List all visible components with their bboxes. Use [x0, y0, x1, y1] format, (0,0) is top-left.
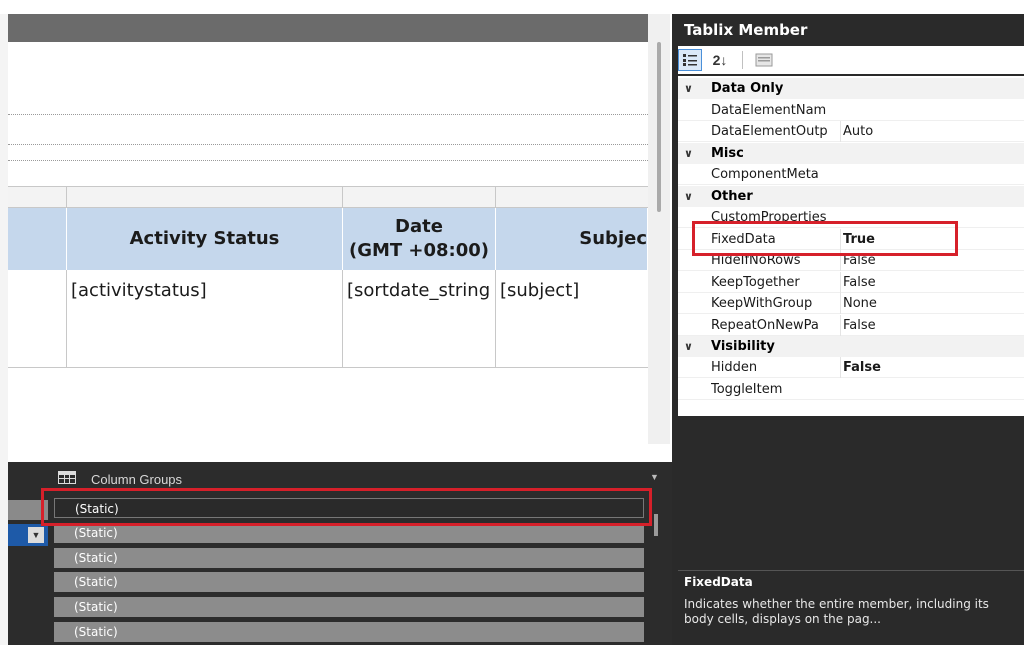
- detail-cell-activitystatus[interactable]: [activitystatus]: [67, 270, 343, 368]
- property-row-keepwithgroup[interactable]: KeepWithGroup None: [678, 293, 1024, 314]
- row-group-dropdown-icon[interactable]: ▼: [28, 527, 44, 543]
- chevron-down-icon[interactable]: ∨: [684, 143, 693, 164]
- chevron-down-icon[interactable]: ∨: [684, 186, 693, 207]
- designer-vertical-scrollbar[interactable]: [648, 14, 670, 444]
- row-group-details-selected[interactable]: ▼: [8, 524, 48, 546]
- column-handle-separator: [66, 187, 67, 209]
- column-group-static[interactable]: (Static): [54, 572, 644, 592]
- category-visibility[interactable]: ∨ Visibility: [678, 336, 1024, 357]
- chevron-down-icon[interactable]: ∨: [684, 336, 693, 357]
- property-name: KeepTogether: [711, 275, 800, 290]
- property-value[interactable]: Auto: [840, 121, 1024, 142]
- column-group-static[interactable]: (Static): [54, 597, 644, 617]
- dotted-guide-line: [8, 144, 648, 145]
- properties-pane: Tablix Member 2↓ ∨ Data Only DataElement…: [672, 14, 1024, 645]
- property-value[interactable]: False: [840, 357, 1024, 378]
- property-value[interactable]: False: [840, 315, 1024, 336]
- property-row-dataelementoutput[interactable]: DataElementOutp Auto: [678, 121, 1024, 142]
- property-value[interactable]: None: [840, 293, 1024, 314]
- property-name: ToggleItem: [711, 382, 783, 397]
- description-text: Indicates whether the entire member, inc…: [684, 597, 989, 626]
- header-cell-activity-status[interactable]: Activity Status: [67, 208, 343, 270]
- categorized-icon[interactable]: [678, 49, 702, 71]
- property-description-panel: FixedData Indicates whether the entire m…: [678, 570, 1024, 645]
- column-handle-row[interactable]: [8, 186, 648, 209]
- pane-dropdown-arrow-icon[interactable]: ▼: [650, 472, 659, 482]
- property-row-dataelementname[interactable]: DataElementNam: [678, 100, 1024, 121]
- property-name: ComponentMeta: [711, 167, 819, 182]
- category-other[interactable]: ∨ Other: [678, 186, 1024, 207]
- column-handle-separator: [495, 187, 496, 209]
- detail-row: [activitystatus] [sortdate_string [subje…: [8, 270, 648, 368]
- detail-cell-blank[interactable]: [8, 270, 67, 368]
- report-designer-surface[interactable]: Activity Status Date (GMT +08:00) Subjec…: [8, 14, 648, 444]
- properties-toolbar: 2↓: [678, 46, 1024, 74]
- property-name: KeepWithGroup: [711, 296, 813, 311]
- highlight-box-static-group: [41, 488, 652, 526]
- property-value[interactable]: False: [840, 272, 1024, 293]
- column-group-static[interactable]: (Static): [54, 523, 644, 543]
- chevron-down-icon[interactable]: ∨: [684, 78, 693, 99]
- header-cell-blank[interactable]: [8, 208, 67, 270]
- grouping-scrollbar-thumb[interactable]: [654, 514, 658, 536]
- property-row-toggleitem[interactable]: ToggleItem: [678, 379, 1024, 400]
- property-name: DataElementNam: [711, 103, 827, 118]
- scrollbar-thumb[interactable]: [657, 42, 661, 212]
- window-top-strip: [0, 0, 1024, 14]
- alphabetical-sort-icon[interactable]: 2↓: [708, 49, 732, 71]
- property-pages-icon[interactable]: [752, 49, 776, 71]
- properties-title: Tablix Member: [684, 21, 808, 39]
- property-row-repeatonnewpage[interactable]: RepeatOnNewPa False: [678, 315, 1024, 336]
- table-grid-icon: [58, 471, 76, 484]
- property-name: DataElementOutp: [711, 124, 828, 139]
- property-row-componentmetadata[interactable]: ComponentMeta: [678, 164, 1024, 185]
- header-cell-date[interactable]: Date (GMT +08:00): [343, 208, 496, 270]
- category-label: Visibility: [711, 339, 775, 354]
- description-title: FixedData: [684, 575, 753, 589]
- window-left-strip: [0, 14, 8, 645]
- column-groups-title: Column Groups: [91, 472, 183, 487]
- detail-cell-subject[interactable]: [subject]: [496, 270, 648, 368]
- category-label: Data Only: [711, 81, 784, 96]
- property-row-hidden[interactable]: Hidden False: [678, 357, 1024, 378]
- column-group-static[interactable]: (Static): [54, 622, 644, 642]
- toolbar-separator: [742, 51, 743, 69]
- highlight-box-fixeddata: [692, 221, 958, 256]
- header-row: Activity Status Date (GMT +08:00) Subjec: [8, 208, 648, 270]
- category-label: Misc: [711, 146, 744, 161]
- column-handle-separator: [342, 187, 343, 209]
- column-group-static[interactable]: (Static): [54, 548, 644, 568]
- property-name: Hidden: [711, 360, 758, 375]
- category-label: Other: [711, 189, 753, 204]
- header-cell-subject[interactable]: Subjec: [496, 208, 648, 270]
- category-misc[interactable]: ∨ Misc: [678, 143, 1024, 164]
- dotted-guide-line: [8, 160, 648, 161]
- property-name: RepeatOnNewPa: [711, 318, 819, 333]
- tablix[interactable]: Activity Status Date (GMT +08:00) Subjec…: [8, 186, 648, 368]
- category-data-only[interactable]: ∨ Data Only: [678, 78, 1024, 99]
- detail-cell-sortdate[interactable]: [sortdate_string: [343, 270, 496, 368]
- designer-ruler-bar: [8, 14, 648, 42]
- property-row-keeptogether[interactable]: KeepTogether False: [678, 272, 1024, 293]
- dotted-guide-line: [8, 114, 648, 115]
